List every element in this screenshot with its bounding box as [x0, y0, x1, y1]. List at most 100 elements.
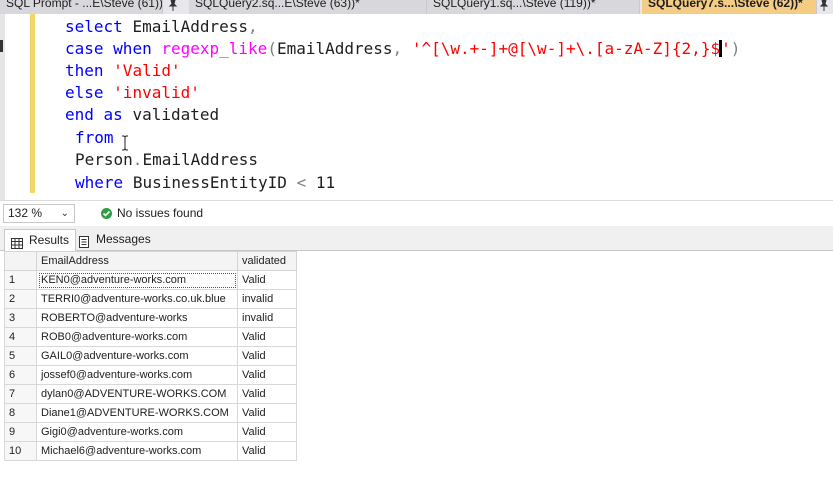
column-header[interactable]: EmailAddress	[36, 251, 238, 271]
code-line: end as validated	[65, 104, 219, 126]
email-cell[interactable]: Diane1@ADVENTURE-WORKS.COM	[36, 403, 238, 423]
operator: ,	[392, 39, 403, 58]
row-number[interactable]: 5	[4, 346, 37, 366]
validated-cell[interactable]: Valid	[237, 365, 297, 385]
validated-cell[interactable]: invalid	[237, 289, 297, 309]
tab-sqlquery7[interactable]: SQLQuery7.s...\Steve (62))*	[642, 0, 817, 14]
tab-messages[interactable]: Messages	[72, 229, 157, 251]
chevron-down-icon: ⌄	[60, 208, 69, 219]
code-line: then 'Valid'	[65, 60, 181, 82]
identifier: EmailAddress	[142, 150, 259, 169]
row-number[interactable]: 1	[4, 270, 37, 290]
keyword: where	[75, 173, 124, 192]
row-number[interactable]: 8	[4, 403, 37, 423]
table-row[interactable]: 4 ROB0@adventure-works.com Valid	[4, 327, 297, 347]
validated-cell[interactable]: Valid	[237, 403, 297, 423]
table-row[interactable]: 5 GAIL0@adventure-works.com Valid	[4, 346, 297, 366]
email-cell[interactable]: GAIL0@adventure-works.com	[36, 346, 238, 366]
code-line: else 'invalid'	[65, 82, 200, 104]
tab-sqlquery2[interactable]: SQLQuery2.sq...E\Steve (63))*	[189, 0, 427, 14]
change-tracking-bar	[30, 14, 35, 193]
validated-cell[interactable]: Valid	[237, 384, 297, 404]
keyword: case	[65, 39, 104, 58]
tab-label: Messages	[96, 232, 151, 246]
issues-status[interactable]: No issues found	[117, 206, 203, 220]
code-line: from	[75, 127, 114, 149]
operator: ,	[248, 17, 258, 36]
validated-cell[interactable]: invalid	[237, 308, 297, 328]
string-literal: 'invalid'	[113, 83, 200, 102]
row-header-corner[interactable]	[4, 251, 37, 271]
validated-cell[interactable]: Valid	[237, 422, 297, 442]
row-number[interactable]: 9	[4, 422, 37, 442]
validated-cell[interactable]: Valid	[237, 441, 297, 461]
row-number[interactable]: 4	[4, 327, 37, 347]
code-line: Person.EmailAddress	[75, 149, 258, 171]
email-cell[interactable]: ROB0@adventure-works.com	[36, 327, 238, 347]
tab-label: SQLQuery1.sq...\Steve (119))*	[433, 0, 596, 10]
results-grid[interactable]: EmailAddress validated 1 KEN0@adventure-w…	[0, 251, 833, 477]
email-cell[interactable]: TERRI0@adventure-works.co.uk.blue	[36, 289, 238, 309]
string-literal: '^[\w.+-]+@[\w-]+\.[a-zA-Z]{2,}$	[411, 39, 721, 58]
tab-label: SQLQuery2.sq...E\Steve (63))*	[195, 0, 360, 10]
table-row[interactable]: 1 KEN0@adventure-works.com Valid	[4, 270, 297, 290]
email-cell[interactable]: jossef0@adventure-works.com	[36, 365, 238, 385]
keyword: when	[113, 39, 152, 58]
validated-cell[interactable]: Valid	[237, 270, 297, 290]
current-line-marker	[0, 40, 3, 52]
number-literal: 11	[315, 173, 336, 192]
tab-sqlquery1[interactable]: SQLQuery1.sq...\Steve (119))*	[427, 0, 640, 14]
zoom-dropdown[interactable]: 132 % ⌄	[3, 204, 75, 223]
operator: .	[132, 150, 143, 169]
email-cell[interactable]: Gigi0@adventure-works.com	[36, 422, 238, 442]
keyword: end	[65, 105, 94, 124]
column-header[interactable]: validated	[237, 251, 297, 271]
tab-results[interactable]: Results	[4, 229, 77, 251]
table-row[interactable]: 6 jossef0@adventure-works.com Valid	[4, 365, 297, 385]
results-table: EmailAddress validated 1 KEN0@adventure-w…	[4, 251, 297, 461]
string-literal: '	[721, 39, 731, 58]
operator: )	[730, 39, 741, 58]
code-line: where BusinessEntityID < 11	[75, 172, 335, 194]
row-number[interactable]: 3	[4, 308, 37, 328]
identifier: EmailAddress	[276, 39, 393, 58]
pin-icon[interactable]	[819, 0, 829, 14]
editor-status-bar: 132 % ⌄ No issues found	[0, 200, 833, 225]
validated-cell[interactable]: Valid	[237, 327, 297, 347]
table-row[interactable]: 8 Diane1@ADVENTURE-WORKS.COM Valid	[4, 403, 297, 423]
table-row[interactable]: 10 Michael6@adventure-works.com Valid	[4, 441, 297, 461]
keyword: else	[65, 83, 104, 102]
email-cell[interactable]: KEN0@adventure-works.com	[36, 270, 238, 290]
tab-label: SQL Prompt - ...E\Steve (61))	[6, 0, 163, 10]
check-circle-icon	[101, 208, 112, 219]
table-row[interactable]: 2 TERRI0@adventure-works.co.uk.blue invali…	[4, 289, 297, 309]
identifier: BusinessEntityID	[132, 173, 287, 192]
identifier: EmailAddress	[132, 17, 249, 36]
table-row[interactable]: 9 Gigi0@adventure-works.com Valid	[4, 422, 297, 442]
operator: (	[267, 39, 277, 58]
header-row: EmailAddress validated	[4, 251, 297, 271]
identifier: Person	[75, 150, 133, 169]
keyword: select	[65, 17, 123, 36]
function-name: regexp_like	[161, 39, 268, 58]
validated-cell[interactable]: Valid	[237, 346, 297, 366]
tab-sql-prompt[interactable]: SQL Prompt - ...E\Steve (61))	[0, 0, 163, 14]
row-number[interactable]: 10	[4, 441, 37, 461]
row-number[interactable]: 2	[4, 289, 37, 309]
ibeam-cursor-icon	[122, 135, 128, 151]
row-number[interactable]: 6	[4, 365, 37, 385]
string-literal: 'Valid'	[113, 61, 181, 80]
code-line: select EmailAddress,	[65, 16, 258, 38]
email-cell[interactable]: dylan0@ADVENTURE-WORKS.COM	[36, 384, 238, 404]
email-cell[interactable]: ROBERTO@adventure-works	[36, 308, 238, 328]
email-cell[interactable]: Michael6@adventure-works.com	[36, 441, 238, 461]
query-editor[interactable]: select EmailAddress, case when regexp_li…	[0, 14, 833, 200]
operator: <	[296, 173, 307, 192]
document-tab-strip: SQL Prompt - ...E\Steve (61)) SQLQuery2.…	[0, 0, 833, 14]
table-row[interactable]: 7 dylan0@ADVENTURE-WORKS.COM Valid	[4, 384, 297, 404]
tab-label: SQLQuery7.s...\Steve (62))*	[648, 0, 803, 10]
table-row[interactable]: 3 ROBERTO@adventure-works invalid	[4, 308, 297, 328]
pin-icon[interactable]	[168, 0, 178, 14]
row-number[interactable]: 7	[4, 384, 37, 404]
keyword: from	[75, 128, 114, 147]
